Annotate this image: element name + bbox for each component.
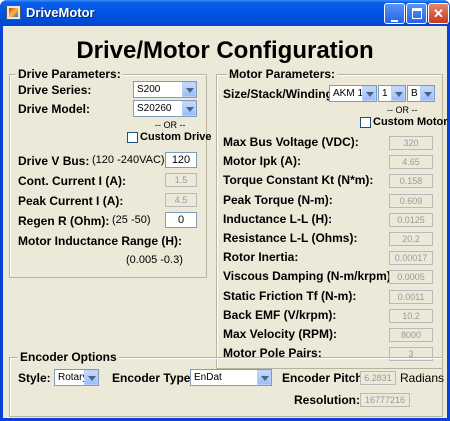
chevron-down-icon[interactable] [182, 101, 196, 116]
motor-param-field: 0.0011 [389, 289, 433, 304]
motor-winding-select[interactable]: B [407, 85, 435, 102]
title-bar[interactable]: DriveMotor ✕ [0, 0, 450, 26]
chevron-down-icon[interactable] [362, 86, 376, 101]
motor-param-label: Torque Constant Kt (N*m): [223, 173, 374, 188]
encoder-type-label: Encoder Type: [112, 371, 195, 385]
motor-param-label: Inductance L-L (H): [223, 211, 333, 226]
chevron-down-icon[interactable] [420, 86, 434, 101]
encoder-options-group: Encoder Options Style: Rotary Encoder Ty… [9, 350, 445, 417]
chevron-down-icon[interactable] [182, 82, 196, 97]
drive-model-select[interactable]: S20260 [133, 100, 197, 117]
regen-r-hint: (25 -50) [112, 214, 151, 226]
encoder-pitch-field: 6.2831 [360, 371, 396, 385]
custom-drive-checkbox[interactable] [127, 132, 138, 143]
maximize-button[interactable] [406, 3, 427, 24]
page-title: Drive/Motor Configuration [76, 37, 374, 64]
motor-param-label: Peak Torque (N-m): [223, 192, 333, 207]
minimize-button[interactable] [384, 3, 405, 24]
encoder-options-legend: Encoder Options [18, 350, 119, 364]
peak-current-label: Peak Current I (A): [18, 194, 124, 208]
motor-param-field: 320 [389, 136, 433, 150]
window-title: DriveMotor [26, 5, 95, 20]
motor-param-label: Max Velocity (RPM): [223, 327, 338, 341]
drive-model-label: Drive Model: [18, 102, 91, 116]
motor-size-select[interactable]: AKM 1 [329, 85, 377, 102]
cont-current-label: Cont. Current I (A): [18, 174, 126, 188]
matlab-app-icon [6, 5, 21, 20]
motor-param-field: 10.2 [389, 308, 433, 323]
motor-param-label: Max Bus Voltage (VDC): [223, 135, 359, 149]
resolution-field: 16777216 [360, 393, 410, 407]
drive-model-value: S20260 [137, 103, 172, 114]
motor-param-label: Viscous Damping (N-m/krpm): [223, 269, 395, 284]
maximize-icon [411, 8, 422, 19]
motor-param-label: Rotor Inertia: [223, 250, 299, 265]
motor-size-value: AKM 1 [333, 88, 364, 99]
motor-param-field: 0.00017 [389, 251, 433, 266]
motor-parameters-group: Motor Parameters: Size/Stack/Winding: AK… [216, 67, 448, 369]
regen-r-input[interactable]: 0 [165, 212, 197, 228]
motor-or-separator: -- OR -- [387, 105, 418, 115]
motor-param-field: 8000 [389, 328, 433, 342]
encoder-type-select[interactable]: EnDat [190, 369, 272, 386]
regen-r-label: Regen R (Ohm): [18, 214, 110, 228]
motor-param-field: 20.2 [389, 232, 433, 246]
motor-inductance-range-label: Motor Inductance Range (H): [18, 234, 182, 248]
motor-parameters-legend: Motor Parameters: [227, 67, 338, 81]
drive-series-select[interactable]: S200 [133, 81, 197, 98]
motor-param-field: 0.158 [389, 174, 433, 189]
custom-motor-checkbox[interactable] [360, 117, 371, 128]
motor-param-field: 4.65 [389, 155, 433, 170]
encoder-pitch-unit: Radians [400, 371, 445, 385]
motor-winding-value: B [411, 88, 418, 99]
encoder-style-select[interactable]: Rotary [54, 369, 99, 386]
cont-current-field: 1.5 [165, 173, 197, 187]
drive-or-separator: -- OR -- [155, 120, 186, 130]
encoder-pitch-label: Encoder Pitch: [282, 371, 367, 385]
motor-stack-value: 1 [382, 88, 388, 99]
motor-param-label: Back EMF (V/krpm): [223, 307, 337, 322]
custom-drive-label: Custom Drive [140, 131, 212, 143]
chevron-down-icon[interactable] [84, 370, 98, 385]
custom-motor-label: Custom Motor [373, 116, 448, 128]
drive-series-value: S200 [137, 84, 161, 95]
close-icon: ✕ [433, 6, 444, 21]
content-area: Drive/Motor Configuration Drive Paramete… [3, 26, 448, 418]
encoder-type-value: EnDat [194, 372, 222, 383]
resolution-label: Resolution: [294, 393, 360, 407]
drive-parameters-legend: Drive Parameters: [16, 67, 123, 81]
motor-param-field: 0.0125 [389, 212, 433, 227]
chevron-down-icon[interactable] [257, 370, 271, 385]
chevron-down-icon[interactable] [391, 86, 405, 101]
minimize-icon [391, 20, 398, 22]
encoder-style-label: Style: [18, 371, 51, 385]
motor-param-label: Motor Ipk (A): [223, 154, 301, 169]
drive-vbus-input[interactable]: 120 [165, 152, 197, 168]
motor-param-field: 0.0005 [389, 270, 433, 285]
motor-stack-select[interactable]: 1 [378, 85, 406, 102]
drive-vbus-hint: (120 -240VAC) [92, 154, 165, 166]
motor-param-field: 0.609 [389, 193, 433, 208]
close-button[interactable]: ✕ [428, 3, 449, 24]
drive-parameters-group: Drive Parameters: Drive Series: S200 Dri… [9, 67, 212, 278]
motor-param-label: Static Friction Tf (N-m): [223, 288, 357, 303]
drive-motor-window: DriveMotor ✕ Drive/Motor Configuration D… [0, 0, 450, 421]
motor-param-label: Resistance L-L (Ohms): [223, 231, 358, 245]
size-stack-winding-label: Size/Stack/Winding: [223, 87, 337, 101]
peak-current-field: 4.5 [165, 193, 197, 207]
drive-vbus-label: Drive V Bus: [18, 154, 90, 168]
motor-inductance-range-value: (0.005 -0.3) [126, 254, 183, 266]
drive-series-label: Drive Series: [18, 83, 92, 97]
